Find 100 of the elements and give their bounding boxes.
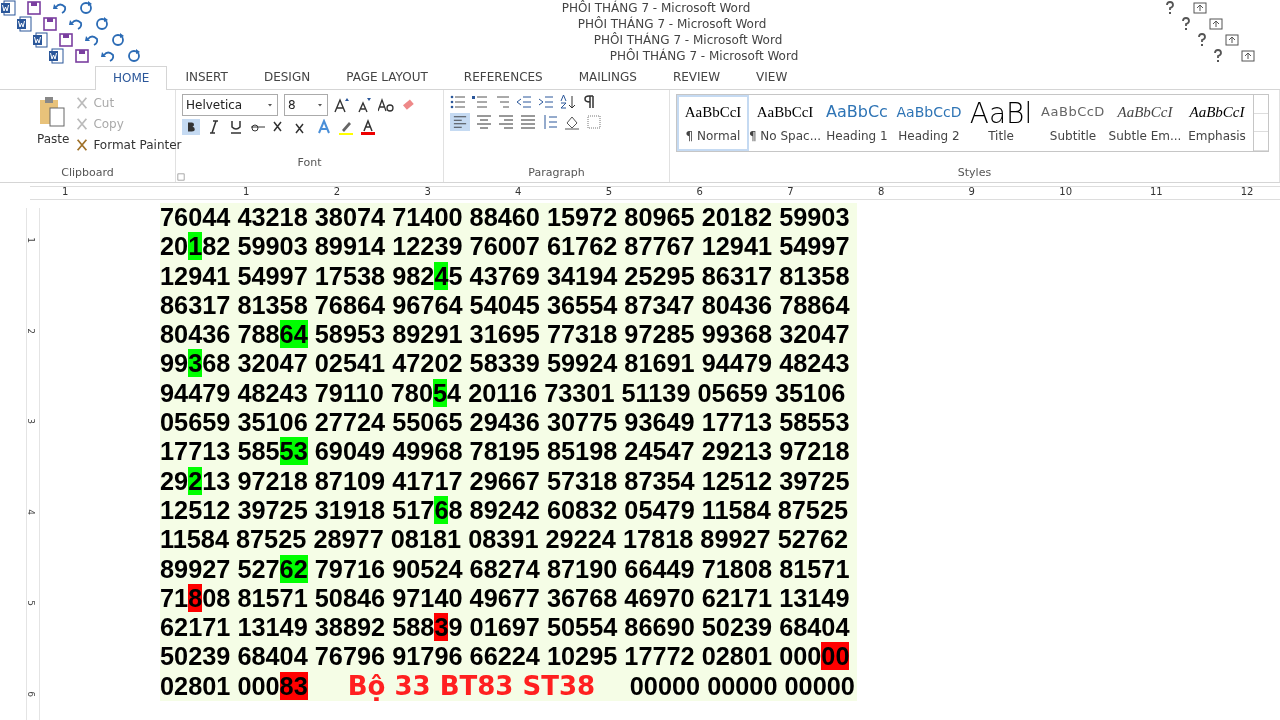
change-case-icon[interactable] <box>378 97 394 113</box>
align-right-icon[interactable] <box>498 114 514 130</box>
number-group: 69049 <box>314 437 386 466</box>
style-item[interactable]: AaBbCcI Emphasis <box>1181 95 1253 151</box>
number-group: 86317 <box>160 290 231 319</box>
ribbon-tab[interactable]: REFERENCES <box>445 65 561 89</box>
number-group: 60832 <box>546 495 618 524</box>
shading-icon[interactable] <box>564 114 580 130</box>
number-group: 35106 <box>774 378 846 407</box>
number-group: 41717 <box>392 466 463 495</box>
underline-icon[interactable] <box>228 119 244 135</box>
number-group: 08181 <box>390 525 462 554</box>
restore-icon[interactable] <box>1224 32 1240 48</box>
number-group: 81358 <box>237 290 308 319</box>
number-group: 81691 <box>624 349 695 378</box>
number-group: 17818 <box>622 525 694 554</box>
number-group: 68274 <box>469 554 540 583</box>
number-group: 11584 <box>160 525 229 554</box>
group-label: Font <box>297 156 322 169</box>
number-group: 13149 <box>779 583 850 612</box>
restore-icon[interactable] <box>1192 0 1208 16</box>
text-effects-icon[interactable] <box>316 119 332 135</box>
number-group: 00000 <box>784 671 855 700</box>
ribbon-tab[interactable]: DESIGN <box>245 65 329 89</box>
multilevel-list-icon[interactable] <box>494 94 510 110</box>
number-group: 97218 <box>779 437 850 466</box>
style-item[interactable]: AaBbCcD Heading 2 <box>893 95 965 151</box>
style-item[interactable]: AaBbCcI Subtle Em... <box>1109 95 1181 151</box>
increase-indent-icon[interactable] <box>538 94 554 110</box>
save-icon[interactable] <box>58 32 74 48</box>
number-group: 34194 <box>546 261 618 290</box>
number-group: 78864 <box>237 320 308 349</box>
number-group: 17713 <box>701 408 773 437</box>
numbering-icon[interactable] <box>472 94 488 110</box>
caret-icon[interactable] <box>266 101 274 109</box>
font-size-field[interactable]: 8 <box>284 94 328 116</box>
grow-font-icon[interactable] <box>334 97 350 113</box>
ribbon-tab[interactable]: VIEW <box>738 65 806 89</box>
number-group: 24547 <box>624 437 695 466</box>
style-item[interactable]: AaBbCcI ¶ Normal <box>677 95 749 151</box>
number-group: 12941 <box>160 261 231 290</box>
sort-icon[interactable] <box>560 94 576 110</box>
word-icon[interactable] <box>0 0 16 16</box>
font-color-icon[interactable] <box>360 119 376 135</box>
number-group: 29436 <box>469 408 540 437</box>
style-item[interactable]: AaBbCcD Subtitle <box>1037 95 1109 151</box>
shrink-font-icon[interactable] <box>356 97 372 113</box>
align-left-button[interactable] <box>450 113 470 131</box>
redo-icon[interactable] <box>94 16 110 32</box>
number-group: 71808 <box>160 583 231 612</box>
style-item[interactable]: AaBbCcI ¶ No Spac... <box>749 95 821 151</box>
number-group: 05659 <box>697 378 768 407</box>
style-item[interactable]: AaBl Title <box>965 95 1037 151</box>
ribbon-tab[interactable]: PAGE LAYOUT <box>328 65 446 89</box>
word-icon[interactable] <box>32 32 48 48</box>
number-group: 87347 <box>624 290 695 319</box>
number-group: 81358 <box>779 261 850 290</box>
group-label: Paragraph <box>528 166 585 179</box>
number-group: 15972 <box>546 203 618 231</box>
number-group: 54997 <box>779 232 850 261</box>
redo-icon[interactable] <box>78 0 94 16</box>
vertical-ruler: 1 2 3 4 5 6 <box>26 208 40 720</box>
number-group: 47202 <box>392 349 463 378</box>
number-group: 43218 <box>237 203 308 231</box>
number-group: 11584 <box>701 495 771 524</box>
font-name-field[interactable]: Helvetica <box>182 94 278 116</box>
save-icon[interactable] <box>42 16 58 32</box>
restore-icon[interactable] <box>1208 16 1224 32</box>
number-group: 51139 <box>621 378 691 407</box>
format-painter-button[interactable]: Format Painter <box>72 136 185 154</box>
caret-icon[interactable] <box>316 101 324 109</box>
number-group: 99368 <box>701 320 773 349</box>
number-group: 66224 <box>469 642 540 671</box>
window-title: PHÔI THÁNG 7 - Microsoft Word <box>609 49 799 63</box>
number-group: 59903 <box>779 203 850 231</box>
number-group: 17538 <box>314 261 386 290</box>
paste-button[interactable]: Paste <box>34 94 73 162</box>
number-group: 89914 <box>314 232 386 261</box>
justify-icon[interactable] <box>520 114 536 130</box>
number-group: 20116 <box>468 378 538 407</box>
redo-icon[interactable] <box>110 32 126 48</box>
ribbon-tab[interactable]: MAILINGS <box>560 65 655 89</box>
number-group: 36768 <box>546 583 618 612</box>
number-group: 94479 <box>160 378 231 407</box>
number-group: 77318 <box>546 320 618 349</box>
number-group: 52762 <box>777 525 849 554</box>
ribbon-tab[interactable]: INSERT <box>167 65 246 89</box>
redo-icon[interactable] <box>126 48 142 64</box>
bullets-icon[interactable] <box>450 94 466 110</box>
save-icon[interactable] <box>74 48 90 64</box>
word-icon[interactable] <box>16 16 32 32</box>
word-icon[interactable] <box>48 48 64 64</box>
save-icon[interactable] <box>26 0 42 16</box>
highlighter-icon[interactable] <box>338 119 354 135</box>
ribbon-tab[interactable]: REVIEW <box>654 65 739 89</box>
style-item[interactable]: AaBbCc Heading 1 <box>821 95 893 151</box>
restore-icon[interactable] <box>1240 48 1256 64</box>
group-label: Styles <box>957 166 992 179</box>
ribbon-tab[interactable]: HOME <box>95 66 168 90</box>
decrease-indent-icon[interactable] <box>516 94 532 110</box>
